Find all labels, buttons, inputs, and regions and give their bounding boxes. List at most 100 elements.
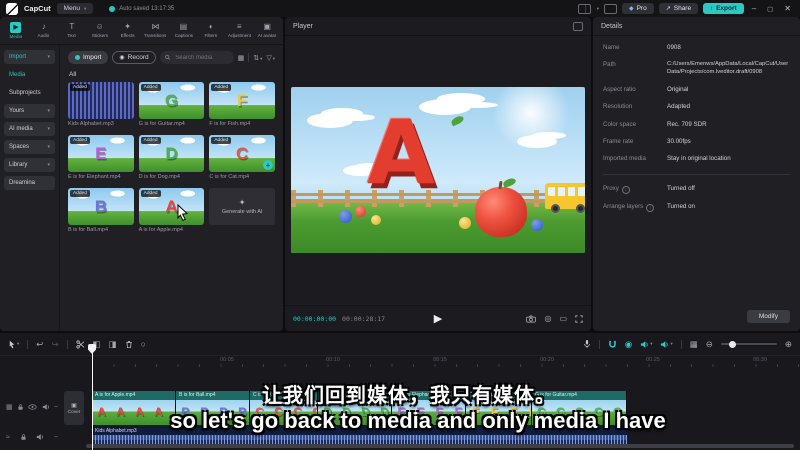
media-item-f[interactable]: Added F F is for Fish.mp4 — [209, 82, 275, 127]
autosave-text: Auto saved 13:17:35 — [119, 5, 175, 12]
sidebar-item-media[interactable]: Media — [4, 68, 55, 82]
current-time: 00:00:00:00 — [293, 314, 337, 323]
maximize-button[interactable]: ▢ — [764, 5, 776, 13]
modify-button[interactable]: Modify — [746, 310, 790, 323]
linked-audio-toggle[interactable]: ▾ — [640, 340, 652, 349]
media-item-audio[interactable]: Added Kids Alphabet.mp3 — [68, 82, 134, 127]
view-grid-icon[interactable]: ▦ — [238, 54, 245, 62]
tab-filters[interactable]: ◐ Filters — [197, 22, 225, 39]
record-button[interactable]: ◉ Record — [112, 51, 156, 64]
media-item-a[interactable]: Added A A is for Apple.mp4 — [138, 188, 205, 233]
generate-with-ai-tile[interactable]: ✦ Generate with AI — [209, 188, 275, 233]
panel-layout-icon[interactable] — [603, 3, 617, 14]
video-thumbnail[interactable]: Added G — [138, 82, 205, 119]
menu-button[interactable]: Menu ▾ — [56, 3, 94, 14]
track-layers-icon[interactable]: ▦ — [6, 403, 13, 411]
media-item-e[interactable]: Added E E is for Elephant.mp4 — [68, 135, 134, 180]
freeze-frame-icon[interactable]: ○ — [141, 339, 146, 349]
cover-button[interactable]: ▣ Cover — [64, 391, 84, 425]
auto-snap-icon[interactable]: ◉ — [625, 339, 632, 350]
search-icon — [164, 54, 170, 60]
select-tool-button[interactable]: ▾ — [8, 340, 19, 349]
playhead[interactable] — [88, 344, 96, 450]
lock-icon[interactable] — [17, 403, 24, 411]
timeline-zoom-out-button[interactable]: ⊖ — [706, 339, 713, 350]
lock-icon[interactable] — [20, 433, 27, 441]
clip-a[interactable]: A is for Apple.mp4 AAAAA — [92, 391, 176, 425]
video-thumbnail[interactable]: Added C + — [209, 135, 275, 172]
media-item-c[interactable]: Added C + C is for Cat.mp4 — [209, 135, 275, 180]
timeline-zoom-in-button[interactable]: ⊕ — [785, 339, 792, 350]
export-button[interactable]: ↑ Export — [703, 3, 744, 14]
chevron-down-icon[interactable]: ▾ — [597, 6, 599, 12]
chevron-down-icon: ▾ — [47, 126, 50, 132]
tab-adjustment[interactable]: ≡ Adjustment — [225, 22, 253, 39]
player-expand-icon[interactable] — [573, 21, 583, 31]
tab-effects[interactable]: ✦ Effects — [114, 22, 142, 39]
sidebar-item-ai-media[interactable]: AI media ▾ — [4, 122, 55, 136]
media-item-d[interactable]: Added D D is for Dog.mp4 — [138, 135, 205, 180]
mute-speaker-icon[interactable] — [36, 433, 44, 441]
minimize-button[interactable]: – — [749, 4, 759, 13]
sidebar-item-subprojects[interactable]: Subprojects — [4, 86, 55, 100]
play-button[interactable]: ▶ — [434, 312, 442, 325]
add-to-timeline-icon[interactable]: + — [262, 160, 273, 170]
slider-knob[interactable] — [728, 340, 736, 348]
close-button[interactable]: ✕ — [781, 4, 794, 13]
tab-transitions[interactable]: ⋈ Transitions — [142, 22, 170, 39]
video-preview[interactable]: A — [291, 87, 585, 253]
sidebar-item-dreamina[interactable]: Dreamina — [4, 176, 55, 190]
tab-text[interactable]: T Text — [58, 22, 86, 39]
video-thumbnail[interactable]: Added D — [138, 135, 205, 172]
focus-icon[interactable]: ◎ — [544, 314, 551, 323]
magnetic-snap-icon[interactable] — [608, 340, 617, 349]
tab-audio[interactable]: ♪ Audio — [30, 22, 58, 39]
filter-all-label[interactable]: All — [69, 71, 275, 78]
redo-button[interactable]: ↪ — [51, 339, 58, 350]
mute-speaker-icon[interactable] — [42, 403, 50, 411]
sidebar-item-yours[interactable]: Yours ▾ — [4, 104, 55, 118]
tab-captions[interactable]: ▤ Captions — [169, 22, 197, 39]
speaker-icon — [641, 340, 648, 348]
delete-right-icon[interactable]: ◨ — [109, 339, 117, 350]
audio-thumbnail[interactable]: Added — [68, 82, 134, 119]
collapse-track-icon[interactable]: − — [54, 434, 58, 441]
chevron-down-icon: ▾ — [670, 341, 673, 346]
import-button[interactable]: Import — [68, 51, 109, 64]
waveform-icon[interactable]: ≈ — [6, 434, 10, 441]
video-thumbnail[interactable]: Added A — [138, 188, 205, 225]
sidebar-item-spaces[interactable]: Spaces ▾ — [4, 140, 55, 154]
tab-stickers[interactable]: ☺ Stickers — [86, 22, 114, 39]
snapshot-camera-icon[interactable] — [526, 315, 537, 323]
undo-button[interactable]: ↩ — [36, 339, 43, 350]
preview-quality-icon[interactable]: ▦ — [690, 339, 698, 350]
timeline-horizontal-scrollbar[interactable] — [86, 444, 794, 448]
split-scissors-icon[interactable] — [75, 339, 85, 349]
search-box[interactable] — [159, 51, 234, 64]
preview-letter: A — [367, 101, 436, 204]
search-input[interactable] — [173, 53, 229, 62]
media-icon: ▶ — [10, 21, 22, 33]
share-button[interactable]: ↗ Share — [658, 3, 699, 14]
video-thumbnail[interactable]: Added E — [68, 135, 134, 172]
voiceover-mic-icon[interactable] — [583, 339, 591, 349]
pro-button[interactable]: ◆ Pro — [621, 3, 654, 14]
sidebar-item-library[interactable]: Library ▾ — [4, 158, 55, 172]
ratio-icon[interactable]: ▭ — [559, 314, 567, 323]
sort-icon[interactable]: ⇅▾ — [253, 54, 262, 62]
timeline-zoom-slider[interactable] — [720, 340, 777, 348]
hide-eye-icon[interactable] — [28, 404, 37, 410]
tab-ai-avatar[interactable]: ▣ AI avatar — [253, 22, 281, 39]
fullscreen-icon[interactable] — [575, 314, 583, 323]
sidebar-item-import[interactable]: Import ▾ — [4, 50, 55, 64]
tab-media[interactable]: ▶ Media — [2, 21, 30, 40]
audio-monitor-toggle[interactable]: ▾ — [660, 340, 673, 349]
video-thumbnail[interactable]: Added F — [209, 82, 275, 119]
layout-split-icon[interactable] — [577, 3, 591, 14]
media-item-b[interactable]: Added B B is for Ball.mp4 — [68, 188, 134, 233]
delete-trash-icon[interactable] — [125, 340, 133, 349]
video-thumbnail[interactable]: Added B — [68, 188, 134, 225]
filter-icon[interactable]: ▽▾ — [266, 54, 275, 62]
media-item-g[interactable]: Added G G is for Guitar.mp4 — [138, 82, 205, 127]
collapse-track-icon[interactable]: − — [54, 404, 58, 411]
